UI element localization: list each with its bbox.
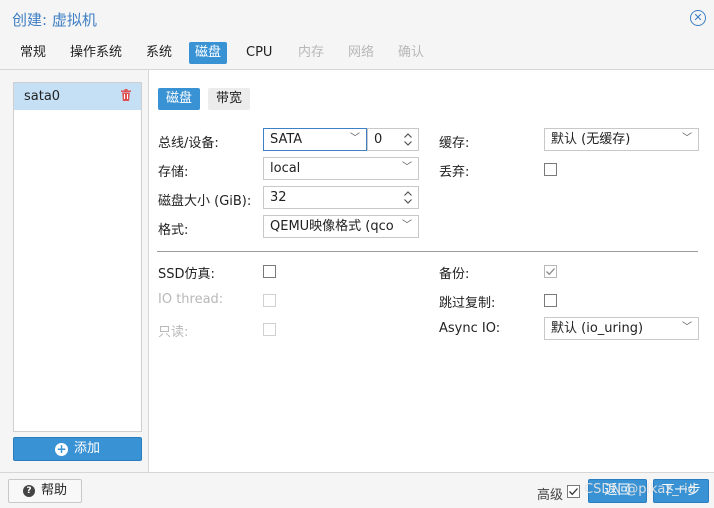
advanced-label: 高级 xyxy=(537,488,564,503)
format-label: 格式: xyxy=(158,223,189,238)
readonly-label: 只读: xyxy=(158,325,189,340)
add-disk-label: 添加 xyxy=(73,441,100,456)
tab-memory[interactable]: 内存 xyxy=(292,42,330,64)
close-icon[interactable]: ✕ xyxy=(690,10,706,26)
dialog-titlebar: 创建: 虚拟机 ✕ xyxy=(0,0,714,38)
tab-network[interactable]: 网络 xyxy=(342,42,380,64)
ssd-emulation-label: SSD仿真: xyxy=(158,267,215,282)
disk-size-label: 磁盘大小 (GiB): xyxy=(158,194,252,209)
subtab-bandwidth[interactable]: 带宽 xyxy=(208,88,251,110)
disk-size-value: 32 xyxy=(270,190,287,205)
spinner-icon[interactable] xyxy=(403,131,413,148)
question-icon: ? xyxy=(23,485,35,497)
wizard-tabs: 常规 操作系统 系统 磁盘 CPU 内存 网络 确认 xyxy=(0,38,714,70)
backup-checkbox[interactable] xyxy=(544,265,557,278)
subtab-disk[interactable]: 磁盘 xyxy=(158,88,201,110)
chevron-down-icon: ﹀ xyxy=(350,133,360,144)
tab-disks[interactable]: 磁盘 xyxy=(189,42,228,64)
format-value: QEMU映像格式 (qco xyxy=(270,219,394,234)
storage-label: 存储: xyxy=(158,165,189,180)
skip-replication-label: 跳过复制: xyxy=(439,296,496,311)
disk-size-input[interactable]: 32 xyxy=(263,186,419,209)
bus-select[interactable]: SATA ﹀ xyxy=(263,128,367,151)
list-item[interactable]: sata0 xyxy=(14,83,141,110)
async-io-select[interactable]: 默认 (io_uring) ﹀ xyxy=(544,317,699,340)
discard-label: 丢弃: xyxy=(439,165,470,180)
ssd-emulation-checkbox[interactable] xyxy=(263,265,276,278)
iothread-label: IO thread: xyxy=(158,292,224,307)
chevron-down-icon: ﹀ xyxy=(682,322,692,333)
watermark: CSDN @pikaz_rio xyxy=(584,482,696,497)
dialog-title: 创建: 虚拟机 xyxy=(12,11,97,29)
chevron-down-icon: ﹀ xyxy=(682,133,692,144)
tab-cpu[interactable]: CPU xyxy=(240,42,278,64)
bus-value: SATA xyxy=(270,132,303,147)
format-select[interactable]: QEMU映像格式 (qco ﹀ xyxy=(263,215,419,238)
checkmark-icon xyxy=(569,488,578,496)
tab-confirm[interactable]: 确认 xyxy=(392,42,430,64)
skip-replication-checkbox[interactable] xyxy=(544,294,557,307)
disk-list: sata0 xyxy=(13,82,142,432)
iothread-checkbox[interactable] xyxy=(263,294,276,307)
tab-os[interactable]: 操作系统 xyxy=(64,42,128,64)
async-io-value: 默认 (io_uring) xyxy=(551,321,644,336)
advanced-checkbox[interactable] xyxy=(567,485,580,498)
chevron-down-icon: ﹀ xyxy=(402,162,412,173)
add-disk-button[interactable]: + 添加 xyxy=(13,437,142,461)
async-io-label: Async IO: xyxy=(439,321,501,336)
readonly-checkbox[interactable] xyxy=(263,323,276,336)
plus-icon: + xyxy=(54,442,68,456)
cache-label: 缓存: xyxy=(439,136,470,151)
device-number-input[interactable]: 0 xyxy=(367,128,419,151)
bus-label: 总线/设备: xyxy=(158,136,219,151)
checkmark-icon xyxy=(546,268,555,276)
backup-label: 备份: xyxy=(439,267,470,282)
cache-select[interactable]: 默认 (无缓存) ﹀ xyxy=(544,128,699,151)
storage-value: local xyxy=(270,161,301,176)
device-value: 0 xyxy=(374,132,383,147)
trash-icon[interactable] xyxy=(121,89,131,101)
cache-value: 默认 (无缓存) xyxy=(551,132,631,147)
help-button[interactable]: ? 帮助 xyxy=(8,479,82,503)
storage-select[interactable]: local ﹀ xyxy=(263,157,419,180)
chevron-down-icon: ﹀ xyxy=(401,219,413,233)
help-label: 帮助 xyxy=(41,483,68,498)
section-divider xyxy=(157,251,698,252)
tab-general[interactable]: 常规 xyxy=(14,42,52,64)
discard-checkbox[interactable] xyxy=(544,163,557,176)
disk-item-label: sata0 xyxy=(24,89,61,104)
spinner-icon[interactable] xyxy=(403,189,413,206)
tab-system[interactable]: 系统 xyxy=(140,42,178,64)
